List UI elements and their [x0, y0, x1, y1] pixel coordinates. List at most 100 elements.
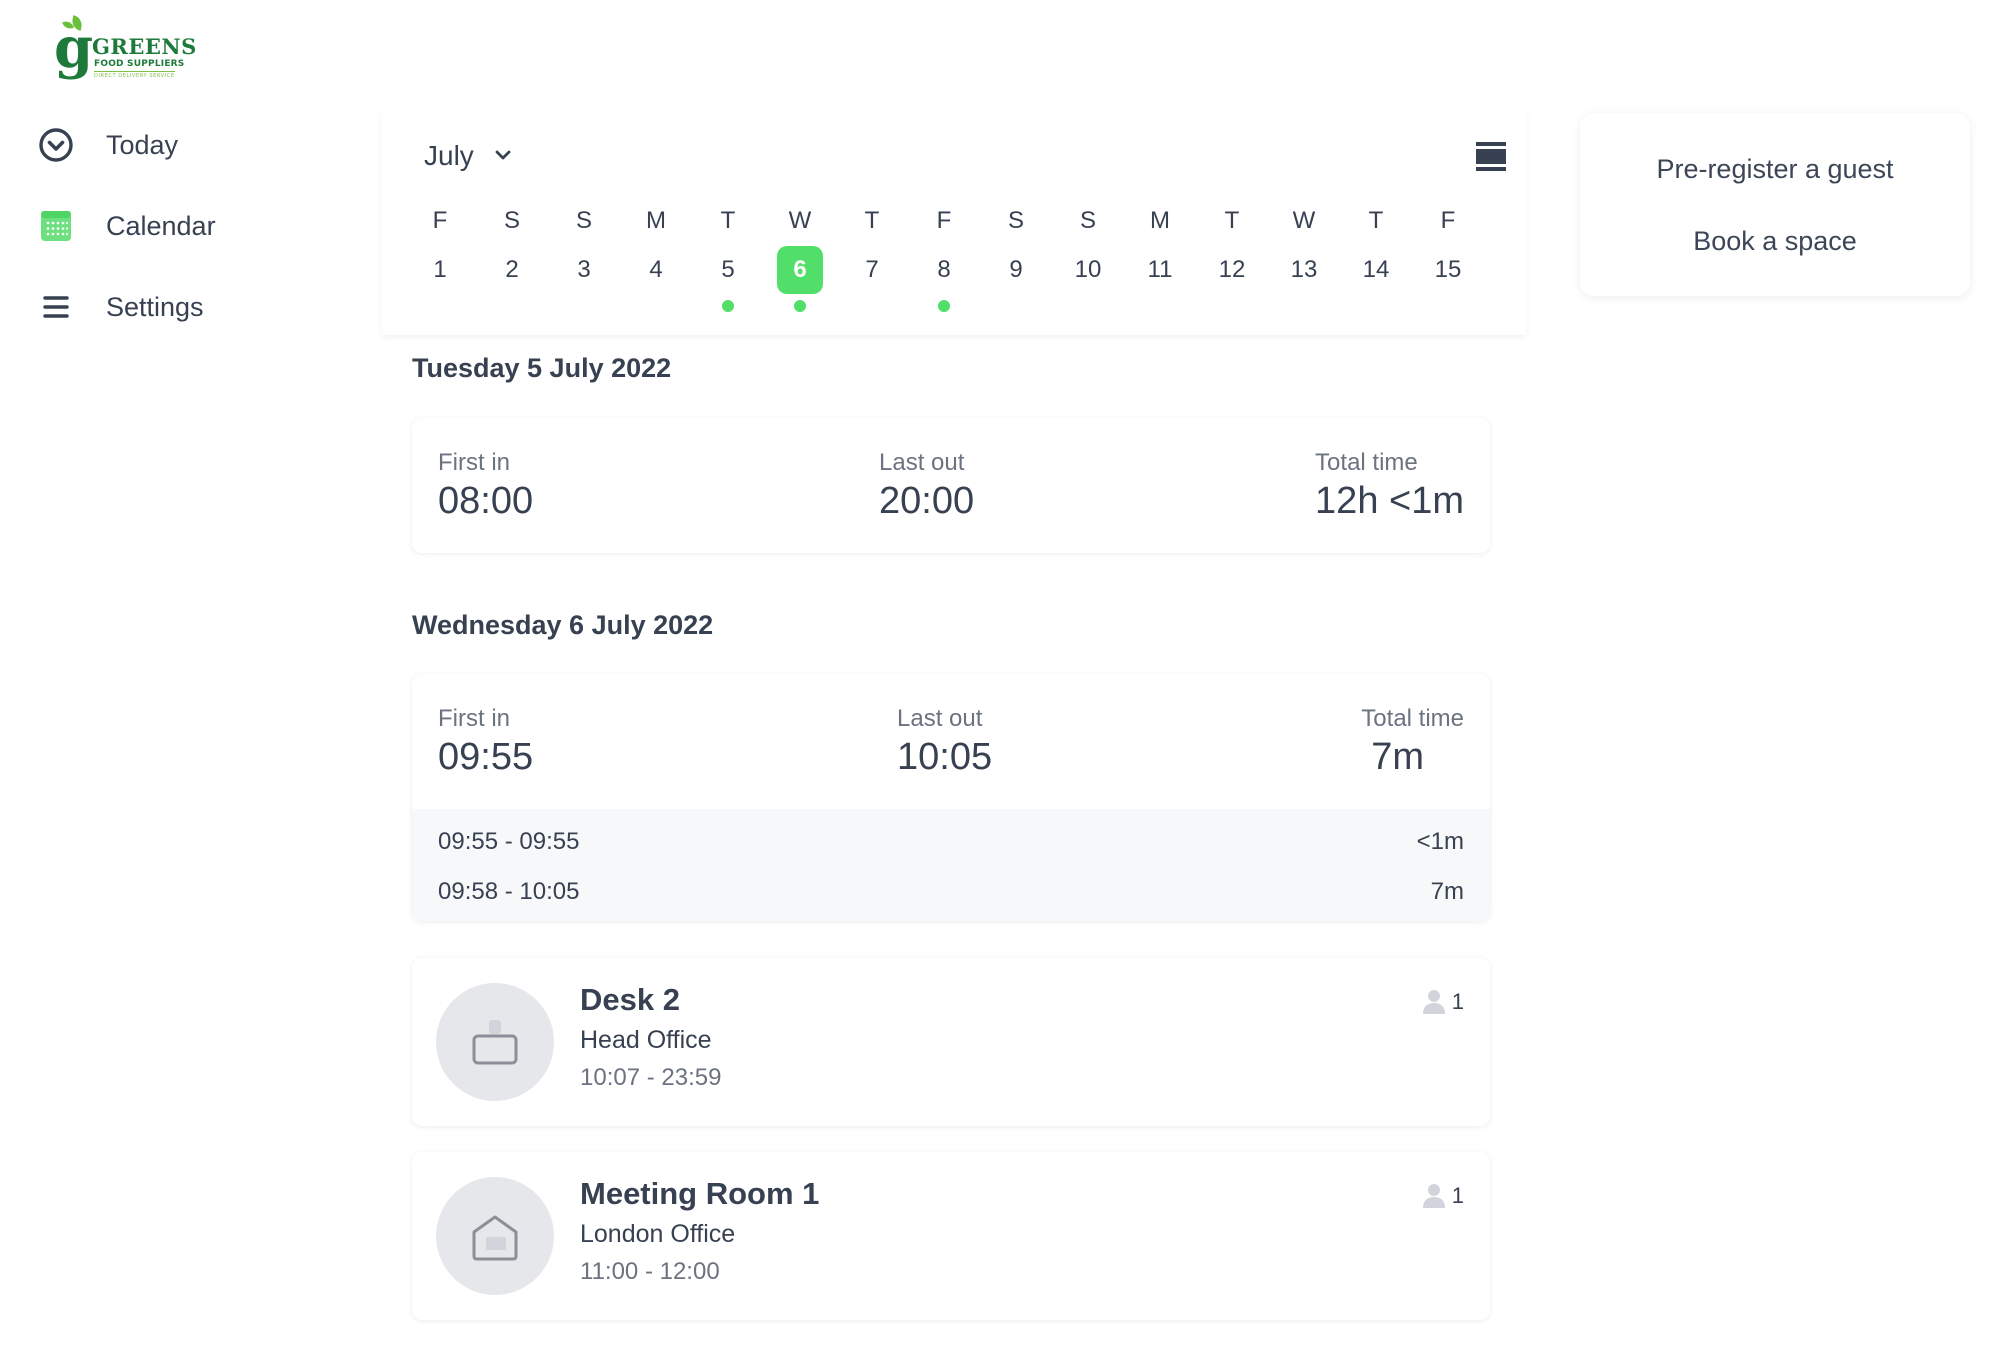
empty-indicator — [1442, 300, 1454, 312]
empty-indicator — [1010, 300, 1022, 312]
day-of-week-label: S — [575, 207, 592, 234]
company-logo: g GREENS FOOD SUPPLIERS DIRECT DELIVERY … — [52, 14, 196, 81]
booking-location: London Office — [580, 1220, 736, 1248]
first-in-value: 09:55 — [438, 736, 534, 778]
calendar-day[interactable]: S9 — [980, 206, 1052, 312]
sidebar-item-today[interactable]: Today — [36, 120, 178, 170]
session-range: 09:58 - 10:05 — [438, 878, 580, 905]
empty-indicator — [1154, 300, 1166, 312]
day-number: 11 — [1147, 256, 1173, 283]
first-in-label: First in — [438, 449, 510, 476]
day-of-week-label: T — [864, 207, 880, 234]
total-time-label: Total time — [1315, 449, 1418, 476]
day-of-week-label: F — [1440, 207, 1456, 234]
last-out-label: Last out — [879, 449, 965, 476]
booking-title: Meeting Room 1 — [580, 1176, 820, 1211]
session-duration: <1m — [1416, 828, 1464, 855]
calendar-day[interactable]: M4 — [620, 206, 692, 312]
empty-indicator — [434, 300, 446, 312]
calendar-day[interactable]: T 14 — [1340, 206, 1412, 312]
calendar-day[interactable]: F 15 — [1412, 206, 1484, 312]
calendar-day[interactable]: W 13 — [1268, 206, 1340, 312]
booking-time: 10:07 - 23:59 — [580, 1064, 722, 1091]
last-out-value: 10:05 — [897, 736, 993, 778]
month-dropdown[interactable]: July — [424, 140, 511, 172]
first-in: First in 09:55 — [438, 704, 533, 780]
calendar-day[interactable]: T7 — [836, 206, 908, 312]
chevron-circle-down-icon — [36, 125, 76, 165]
calendar-day[interactable]: S 10 — [1052, 206, 1124, 312]
day-number: 5 — [721, 256, 735, 283]
sidebar-item-settings[interactable]: Settings — [36, 282, 204, 332]
sidebar-item-calendar[interactable]: Calendar — [36, 201, 216, 251]
book-space-button[interactable]: Book a space — [1693, 223, 1857, 259]
selected-day-number: 6 — [777, 246, 823, 294]
calendar-day[interactable]: M 11 — [1124, 206, 1196, 312]
booking-card[interactable]: Meeting Room 1 London Office 11:00 - 12:… — [412, 1152, 1490, 1320]
day-heading: Tuesday 5 July 2022 — [412, 353, 672, 383]
day-of-week-label: T — [1368, 207, 1384, 234]
booking-title: Desk 2 — [580, 982, 680, 1017]
day-of-week-label: W — [788, 207, 812, 234]
capacity-count: 1 — [1451, 1183, 1464, 1208]
calendar-day[interactable]: T5 — [692, 206, 764, 312]
day-of-week-label: T — [1224, 207, 1240, 234]
calendar-day[interactable]: S2 — [476, 206, 548, 312]
last-out-label: Last out — [897, 705, 983, 732]
empty-indicator — [650, 300, 662, 312]
day-number: 8 — [937, 256, 951, 283]
calendar-day[interactable]: T 12 — [1196, 206, 1268, 312]
total-time-label: Total time — [1361, 705, 1464, 732]
day-of-week-label: W — [1292, 207, 1316, 234]
session-row: 09:55 - 09:55 <1m — [438, 827, 1464, 857]
attendance-card: First in 09:55 Last out 10:05 Total time… — [412, 674, 1490, 921]
pre-register-guest-button[interactable]: Pre-register a guest — [1656, 151, 1893, 187]
day-number: 7 — [865, 256, 879, 283]
booking-location: Head Office — [580, 1026, 712, 1054]
attendance-card: First in 08:00 Last out 20:00 Total time… — [412, 418, 1490, 553]
empty-indicator — [1082, 300, 1094, 312]
empty-indicator — [866, 300, 878, 312]
day-strip: F 1 S 2 S 3 M 4 T 5 W 6 T 7 F 8 S 9 S 10 M 11 T 12 W 13 T 14 F 15 — [404, 206, 1484, 312]
day-number: 1 — [433, 256, 447, 283]
empty-indicator — [578, 300, 590, 312]
calendar-day[interactable]: F8 — [908, 206, 980, 312]
last-out-value: 20:00 — [879, 480, 975, 522]
chevron-down-icon — [494, 148, 511, 164]
day-heading: Wednesday 6 July 2022 — [412, 610, 714, 640]
menu-icon — [36, 287, 76, 327]
sidebar-item-label: Settings — [106, 291, 204, 322]
booking-capacity: 1 — [1420, 988, 1464, 1016]
day-number: 15 — [1434, 256, 1462, 283]
event-indicator-dot — [938, 300, 950, 312]
empty-indicator — [506, 300, 518, 312]
calendar-day[interactable]: S3 — [548, 206, 620, 312]
day-of-week-label: T — [720, 207, 736, 234]
booking-card[interactable]: Desk 2 Head Office 10:07 - 23:59 1 — [412, 958, 1490, 1126]
logo-brand-name: GREENS — [92, 34, 197, 59]
day-number: 13 — [1290, 256, 1318, 283]
logo-letter: g — [54, 15, 94, 81]
list-view-icon[interactable] — [1475, 141, 1507, 173]
quick-actions-card: Pre-register a guest Book a space — [1580, 113, 1970, 296]
calendar-icon — [36, 206, 76, 246]
last-out: Last out 10:05 — [897, 704, 992, 780]
event-indicator-dot — [794, 300, 806, 312]
session-range: 09:55 - 09:55 — [438, 828, 580, 855]
booking-time: 11:00 - 12:00 — [580, 1258, 720, 1285]
total-time: Total time 7m — [1361, 704, 1464, 780]
calendar-day[interactable]: W6 — [764, 206, 836, 312]
meeting-room-icon — [436, 1177, 554, 1295]
calendar-day[interactable]: F1 — [404, 206, 476, 312]
first-in-label: First in — [438, 705, 510, 732]
first-in: First in 08:00 — [438, 448, 533, 524]
empty-indicator — [1370, 300, 1382, 312]
event-indicator-dot — [722, 300, 734, 312]
person-icon — [1422, 1184, 1445, 1208]
sidebar-item-label: Today — [106, 129, 179, 160]
person-icon — [1422, 990, 1445, 1014]
first-in-value: 08:00 — [438, 480, 534, 522]
booking-capacity: 1 — [1420, 1182, 1464, 1210]
sidebar-item-label: Calendar — [106, 210, 216, 241]
day-number: 10 — [1074, 256, 1102, 283]
